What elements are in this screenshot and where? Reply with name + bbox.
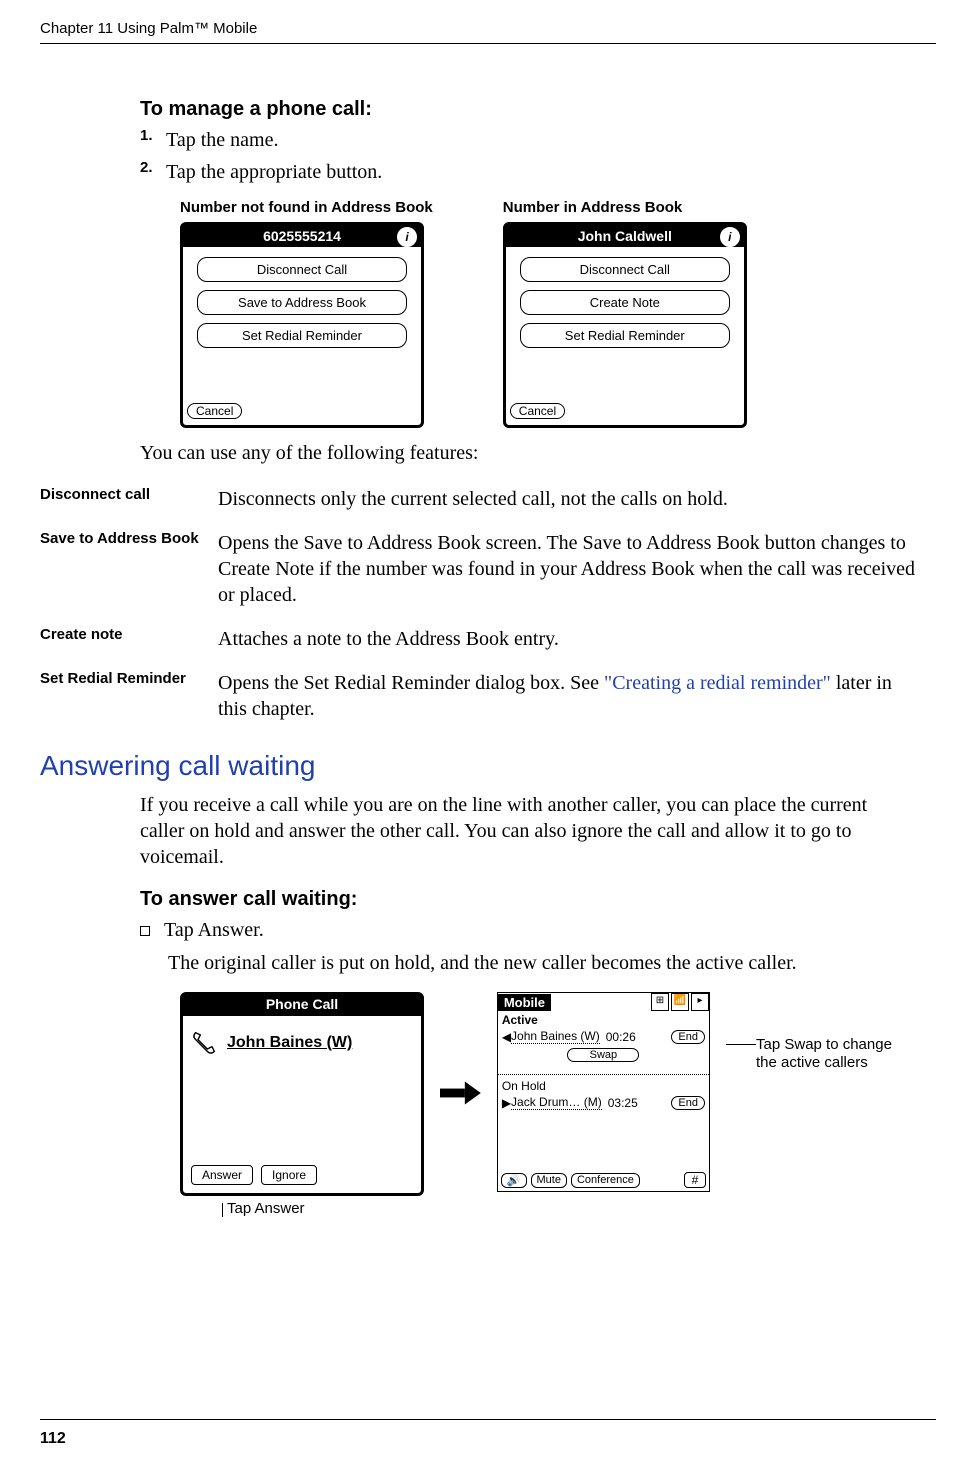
to-answer-heading: To answer call waiting: — [140, 888, 916, 911]
feature-table: Disconnect call Disconnects only the cur… — [40, 486, 916, 722]
table-row: Set Redial Reminder Opens the Set Redial… — [40, 670, 916, 722]
mobile-screen: Mobile ⊞ 📶 ▸ Active ◀ John Baines (W) 00… — [497, 992, 710, 1192]
term-redial: Set Redial Reminder — [40, 670, 218, 722]
dialog-titlebar-left: 6025555214 i — [183, 225, 421, 247]
callout-swap: Tap Swap to change the active callers — [756, 1036, 916, 1072]
features-intro: You can use any of the following feature… — [140, 440, 916, 466]
dialog-title-right: John Caldwell — [578, 228, 672, 244]
step-1-text: Tap the name. — [166, 129, 278, 151]
bullet-icon — [140, 926, 150, 936]
page-number: 112 — [40, 1430, 66, 1448]
arrow-left-icon: ◀ — [502, 1030, 511, 1044]
desc-redial-pre: Opens the Set Redial Reminder dialog box… — [218, 672, 604, 694]
manage-call-heading: To manage a phone call: — [140, 98, 916, 121]
table-row: Save to Address Book Opens the Save to A… — [40, 530, 916, 608]
step-2: 2.Tap the appropriate button. — [140, 159, 916, 185]
call-waiting-para: If you receive a call while you are on t… — [140, 792, 916, 870]
dialog-number-not-found: 6025555214 i Disconnect Call Save to Add… — [180, 222, 424, 428]
grid-icon[interactable]: ⊞ — [651, 993, 669, 1011]
cancel-button[interactable]: Cancel — [510, 403, 565, 419]
disconnect-call-button[interactable]: Disconnect Call — [197, 257, 407, 282]
ignore-button[interactable]: Ignore — [261, 1165, 317, 1185]
hold-time: 03:25 — [608, 1096, 638, 1110]
signal-icon: 📶 — [671, 993, 689, 1011]
answer-button[interactable]: Answer — [191, 1165, 253, 1185]
term-disconnect: Disconnect call — [40, 486, 218, 512]
right-shot-label: Number in Address Book — [503, 199, 747, 216]
battery-icon: ▸ — [691, 993, 709, 1011]
left-shot-label: Number not found in Address Book — [180, 199, 433, 216]
step-1: 1.Tap the name. — [140, 127, 916, 153]
swap-button[interactable]: Swap — [567, 1048, 639, 1062]
set-redial-reminder-button[interactable]: Set Redial Reminder — [197, 323, 407, 348]
info-icon[interactable]: i — [397, 227, 417, 247]
desc-create-note: Attaches a note to the Address Book entr… — [218, 626, 916, 652]
bullet-tap-answer: Tap Answer. — [140, 919, 916, 942]
set-redial-reminder-button[interactable]: Set Redial Reminder — [520, 323, 730, 348]
mute-button[interactable]: Mute — [531, 1173, 567, 1188]
step-2-text: Tap the appropriate button. — [166, 161, 382, 183]
dialog-title-left: 6025555214 — [263, 228, 341, 244]
dialog-titlebar-right: John Caldwell i — [506, 225, 744, 247]
create-note-button[interactable]: Create Note — [520, 290, 730, 315]
hold-caller-name[interactable]: Jack Drum… (M) — [511, 1095, 602, 1110]
arrow-right-icon: ▶ — [502, 1096, 511, 1110]
bullet-text: Tap Answer. — [164, 919, 264, 941]
footer-rule — [40, 1419, 936, 1420]
desc-disconnect: Disconnects only the current selected ca… — [218, 486, 916, 512]
desc-save: Opens the Save to Address Book screen. T… — [218, 530, 916, 608]
answering-call-waiting-heading: Answering call waiting — [40, 750, 916, 782]
term-save: Save to Address Book — [40, 530, 218, 608]
active-caller-name[interactable]: John Baines (W) — [511, 1029, 600, 1044]
info-icon[interactable]: i — [720, 227, 740, 247]
cancel-button[interactable]: Cancel — [187, 403, 242, 419]
phone-icon — [191, 1028, 219, 1056]
disconnect-call-button[interactable]: Disconnect Call — [520, 257, 730, 282]
table-row: Disconnect call Disconnects only the cur… — [40, 486, 916, 512]
arrow-icon — [440, 1078, 481, 1108]
term-create-note: Create note — [40, 626, 218, 652]
creating-redial-link[interactable]: "Creating a redial reminder" — [604, 672, 831, 694]
end-active-button[interactable]: End — [671, 1030, 705, 1044]
on-hold-label: On Hold — [498, 1079, 709, 1093]
save-to-address-book-button[interactable]: Save to Address Book — [197, 290, 407, 315]
incoming-title: Phone Call — [183, 995, 421, 1016]
incoming-call-dialog: Phone Call John Baines (W) Answer Ignore — [180, 992, 424, 1196]
hash-button[interactable]: # — [684, 1172, 706, 1188]
call-waiting-result: The original caller is put on hold, and … — [168, 950, 916, 976]
chapter-header: Chapter 11 Using Palm™ Mobile — [0, 0, 976, 43]
desc-redial: Opens the Set Redial Reminder dialog box… — [218, 670, 916, 722]
speaker-icon[interactable]: 🔊 — [501, 1173, 527, 1188]
active-label: Active — [498, 1011, 709, 1027]
active-time: 00:26 — [606, 1030, 636, 1044]
callout-tap-answer-text: Tap Answer — [227, 1200, 305, 1217]
dialog-number-in-address-book: John Caldwell i Disconnect Call Create N… — [503, 222, 747, 428]
incoming-caller: John Baines (W) — [227, 1034, 352, 1052]
mobile-title: Mobile — [498, 994, 551, 1011]
callout-tap-answer: Tap Answer — [222, 1200, 424, 1217]
end-hold-button[interactable]: End — [671, 1096, 705, 1110]
callout-line — [726, 1044, 756, 1045]
conference-button[interactable]: Conference — [571, 1173, 640, 1188]
table-row: Create note Attaches a note to the Addre… — [40, 626, 916, 652]
